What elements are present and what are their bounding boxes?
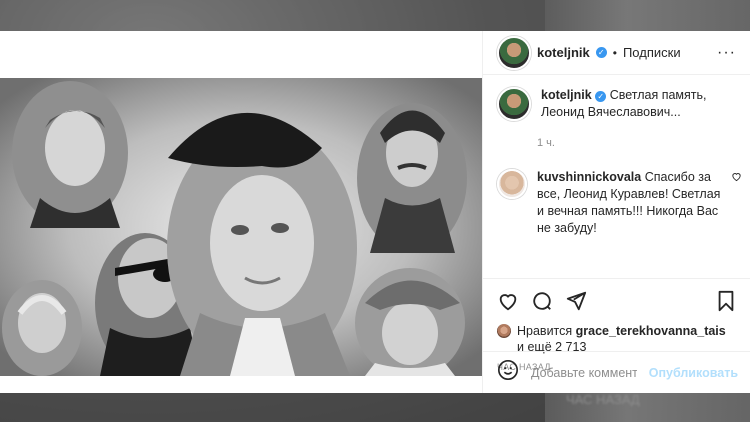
comment-icon[interactable]	[531, 290, 553, 312]
comment-like-icon[interactable]	[731, 171, 742, 185]
author-avatar[interactable]	[497, 35, 531, 70]
caption-author[interactable]: koteljnik	[541, 88, 592, 102]
more-options-icon[interactable]: ···	[717, 44, 736, 62]
post-modal: koteljnik ✓ • Подписки ··· koteljnik ✓ С…	[0, 31, 750, 393]
emoji-icon[interactable]	[497, 359, 519, 386]
caption-author-avatar[interactable]	[497, 87, 531, 121]
post-header: koteljnik ✓ • Подписки ···	[483, 31, 750, 75]
collage-image	[0, 78, 482, 376]
comment-author[interactable]: kuvshinnickovala	[537, 170, 641, 184]
comment-item: kuvshinnickovala Спасибо за все, Леонид …	[497, 169, 741, 237]
background-ghost-text: ЧАС НАЗАД	[566, 392, 640, 407]
publish-button[interactable]: Опубликовать	[649, 366, 738, 380]
comment-input[interactable]	[529, 364, 639, 381]
post-media[interactable]	[0, 31, 482, 393]
comment-author-avatar[interactable]	[497, 169, 527, 199]
likes-prefix: Нравится	[517, 324, 573, 338]
post-panel: koteljnik ✓ • Подписки ··· koteljnik ✓ С…	[482, 31, 750, 393]
caption: koteljnik ✓ Светлая память, Леонид Вячес…	[497, 87, 736, 121]
verified-badge-icon: ✓	[595, 47, 607, 58]
caption-time[interactable]: 1 ч.	[537, 137, 736, 149]
share-icon[interactable]	[565, 290, 587, 312]
author-username[interactable]: koteljnik	[537, 45, 590, 60]
like-icon[interactable]	[497, 290, 519, 312]
liker-username[interactable]: grace_terekhovanna_tais	[576, 324, 726, 338]
add-comment-bar: Опубликовать	[483, 351, 750, 393]
following-button[interactable]: Подписки	[623, 45, 681, 60]
save-bookmark-icon[interactable]	[716, 290, 736, 312]
caption-verified-icon: ✓	[595, 91, 607, 102]
post-photo[interactable]	[0, 78, 482, 376]
separator-dot: •	[612, 45, 617, 60]
comments-section[interactable]: koteljnik ✓ Светлая память, Леонид Вячес…	[483, 75, 750, 277]
liker-avatar[interactable]	[497, 324, 511, 338]
